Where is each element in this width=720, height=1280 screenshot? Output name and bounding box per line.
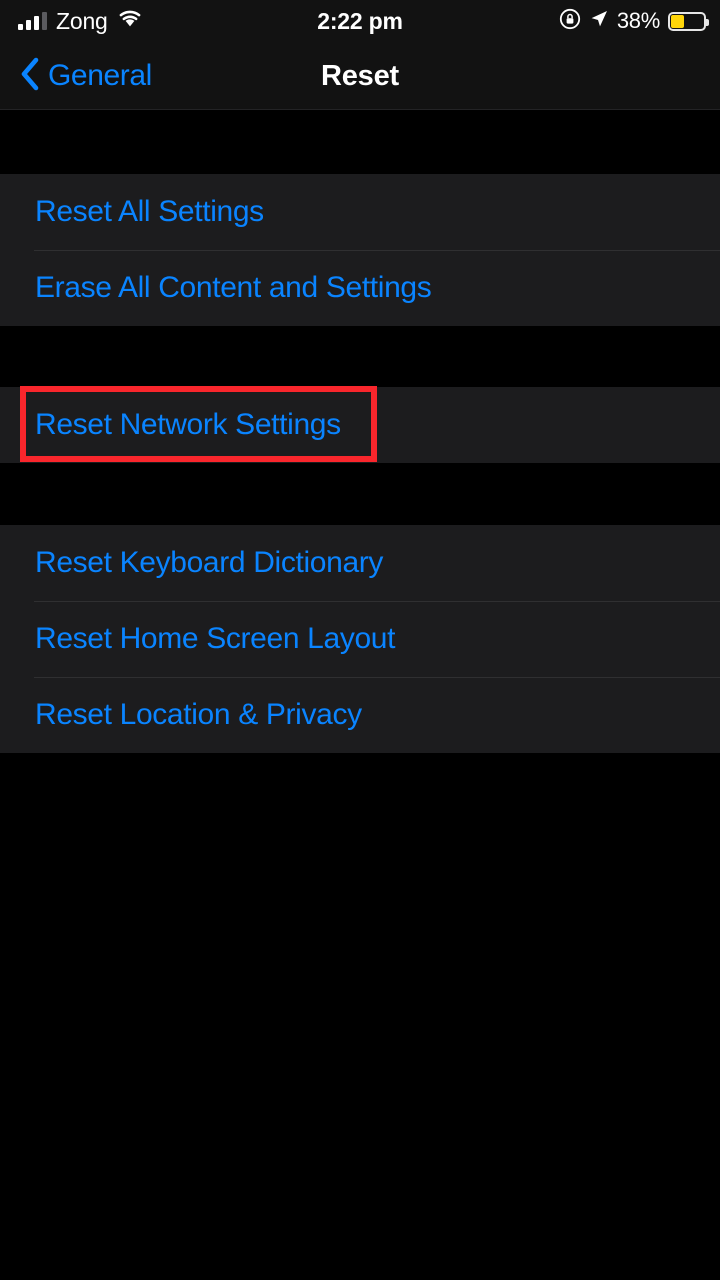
list-item-label: Erase All Content and Settings <box>35 271 432 304</box>
list-item-label: Reset Network Settings <box>35 408 341 441</box>
navigation-bar: General Reset <box>0 42 720 110</box>
battery-percent-label: 38% <box>616 8 660 33</box>
list-item-label: Reset Keyboard Dictionary <box>35 546 384 579</box>
settings-group-1: Reset All Settings Erase All Content and… <box>0 174 720 326</box>
list-item-reset-home-screen-layout[interactable]: Reset Home Screen Layout <box>0 601 720 677</box>
status-bar-right: 38% <box>559 0 709 42</box>
list-item-label: Reset Location & Privacy <box>35 698 362 731</box>
status-bar: Zong 2:22 pm 38% <box>0 0 720 42</box>
list-item-label: Reset Home Screen Layout <box>35 622 396 655</box>
rotation-lock-icon <box>559 8 581 35</box>
settings-group-2: Reset Network Settings <box>0 387 720 463</box>
list-item-reset-keyboard-dictionary[interactable]: Reset Keyboard Dictionary <box>0 525 720 601</box>
location-arrow-icon <box>589 9 609 34</box>
settings-group-3: Reset Keyboard Dictionary Reset Home Scr… <box>0 525 720 753</box>
battery-low-power-icon <box>668 11 709 31</box>
phone-screen: Zong 2:22 pm 38% General Reset Reset All… <box>0 0 720 1280</box>
list-item-reset-network-settings[interactable]: Reset Network Settings <box>0 387 720 463</box>
list-item-reset-all-settings[interactable]: Reset All Settings <box>0 174 720 250</box>
page-title: Reset <box>321 60 399 92</box>
list-item-erase-all-content[interactable]: Erase All Content and Settings <box>0 250 720 326</box>
settings-list: Reset All Settings Erase All Content and… <box>0 110 720 1280</box>
list-item-label: Reset All Settings <box>35 195 264 228</box>
list-item-reset-location-privacy[interactable]: Reset Location & Privacy <box>0 677 720 753</box>
